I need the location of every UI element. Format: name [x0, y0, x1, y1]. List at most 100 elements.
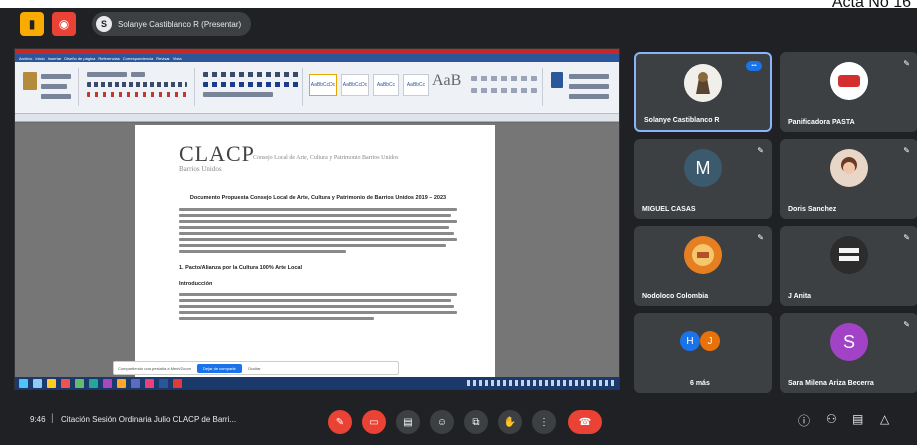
avatar-image: [830, 236, 868, 274]
word-tab[interactable]: Referencias: [98, 56, 119, 61]
participant-name: Nodoloco Colombia: [642, 293, 709, 300]
chat-icon[interactable]: ▤: [852, 412, 863, 426]
participant-tile[interactable]: ✎ Doris Sanchez: [780, 139, 917, 219]
mic-off-icon: ✎: [903, 233, 910, 242]
folder-icon[interactable]: ▮: [20, 12, 44, 36]
participant-name: Solanye Castiblanco R: [644, 117, 720, 124]
avatar: [684, 64, 722, 102]
mic-off-icon: ✎: [757, 146, 764, 155]
word-ribbon: AaBbCcDc AaBbCcDc AaBbCc AaBbCc AaB: [15, 62, 619, 114]
font-group: [83, 68, 195, 106]
app-icon[interactable]: [103, 378, 112, 388]
others-tile[interactable]: H J 6 más: [634, 313, 772, 393]
style-title[interactable]: AaB: [432, 72, 461, 90]
start-icon[interactable]: [19, 378, 28, 388]
mic-off-icon: ✎: [903, 320, 910, 329]
present-button[interactable]: ⧉: [464, 410, 488, 434]
page-corner: Acta No 16: [0, 0, 917, 11]
participant-tile[interactable]: ✎ J Anita: [780, 226, 917, 306]
meeting-time: 9:46: [30, 415, 46, 424]
avatar: [830, 236, 868, 274]
hide-button[interactable]: Ocultar: [248, 366, 261, 371]
word-tab[interactable]: Diseño de página: [64, 56, 95, 61]
doc-title: Documento Propuesta Consejo Local de Art…: [189, 195, 447, 201]
participant-tile[interactable]: S ✎ Sara Milena Ariza Becerra: [780, 313, 917, 393]
more-options-badge[interactable]: •••: [746, 61, 762, 71]
more-vert-icon: ⋮: [539, 416, 549, 428]
more-options-button[interactable]: ⋮: [532, 410, 556, 434]
participant-name: Doris Sanchez: [788, 206, 837, 213]
word-tab[interactable]: Correspondencia: [123, 56, 153, 61]
word-tab[interactable]: Revisar: [156, 56, 170, 61]
word-icon[interactable]: [159, 378, 168, 388]
avatar: [830, 149, 868, 187]
presenter-chip[interactable]: S Solanye Castiblanco R (Presentar): [92, 12, 252, 36]
people-icon[interactable]: ⚇: [826, 412, 837, 426]
app-icon[interactable]: [173, 378, 182, 388]
raise-hand-button[interactable]: ✋: [498, 410, 522, 434]
windows-taskbar: [15, 377, 619, 389]
doc-header-line: Consejo Local de Arte, Cultura y Patrimo…: [253, 155, 399, 161]
word-tab[interactable]: Archivo: [19, 56, 32, 61]
word-tab[interactable]: Insertar: [48, 56, 62, 61]
info-icon[interactable]: ⓘ: [798, 412, 810, 429]
record-icon[interactable]: ◉: [52, 12, 76, 36]
chrome-icon[interactable]: [61, 378, 70, 388]
app-icon[interactable]: [131, 378, 140, 388]
avatar: [684, 236, 722, 274]
word-ruler: [15, 114, 619, 122]
participant-name: Sara Milena Ariza Becerra: [788, 380, 874, 387]
presenting-icon: S: [96, 16, 112, 32]
mic-off-icon: ✎: [335, 416, 345, 428]
leave-call-button[interactable]: ☎: [568, 410, 602, 434]
word-tab[interactable]: Inicio: [35, 56, 44, 61]
style-normal[interactable]: AaBbCcDc: [309, 74, 337, 96]
word-tabs: Archivo Inicio Insertar Diseño de página…: [15, 54, 619, 62]
style-heading1[interactable]: AaBbCc: [373, 74, 399, 96]
activities-icon[interactable]: △: [880, 412, 889, 426]
participant-name: MIGUEL CASAS: [642, 206, 696, 213]
emoji-icon: ☺: [436, 416, 448, 428]
folder-icon[interactable]: [47, 378, 56, 388]
app-icon[interactable]: [117, 378, 126, 388]
app-icon[interactable]: [89, 378, 98, 388]
participant-tile[interactable]: ••• Solanye Castiblanco R: [634, 52, 772, 132]
doc-paragraph: [179, 293, 457, 320]
style-heading2[interactable]: AaBbCc: [403, 74, 429, 96]
avatar-image: [684, 64, 722, 102]
others-count: 6 más: [690, 380, 710, 387]
doc-section-heading: 1. Pacto/Alianza por la Cultura 100% Art…: [179, 265, 302, 271]
doc-logo-sub: Barrios Unidos: [179, 165, 222, 173]
doc-paragraph: [179, 208, 457, 253]
word-tab[interactable]: Vista: [173, 56, 182, 61]
clipboard-group: [19, 68, 79, 106]
styles-more-group: [467, 68, 543, 106]
app-icon[interactable]: [145, 378, 154, 388]
avatar-image: [830, 62, 868, 100]
avatar-image: [684, 236, 722, 274]
participant-tile[interactable]: ✎ Panificadora PASTA: [780, 52, 917, 132]
mic-off-button[interactable]: ✎: [328, 410, 352, 434]
present-icon: ⧉: [472, 416, 480, 428]
doc-subheading: Introducción: [179, 281, 213, 287]
app-icon[interactable]: [75, 378, 84, 388]
avatar: M: [684, 149, 722, 187]
participant-tile[interactable]: ✎ Nodoloco Colombia: [634, 226, 772, 306]
share-toolbar: Compartiendo una pestaña a Meet/Zoom Dej…: [113, 361, 399, 375]
explorer-icon[interactable]: [33, 378, 42, 388]
stop-sharing-button[interactable]: Dejar de compartir: [196, 363, 242, 373]
participant-tile[interactable]: M ✎ MIGUEL CASAS: [634, 139, 772, 219]
editing-group: [547, 68, 617, 106]
share-hint: Compartiendo una pestaña a Meet/Zoom: [118, 365, 191, 371]
meet-topbar: ▮ ◉ S Solanye Castiblanco R (Presentar): [0, 8, 917, 40]
emoji-button[interactable]: ☺: [430, 410, 454, 434]
camera-off-button[interactable]: ▭: [362, 410, 386, 434]
style-no-spacing[interactable]: AaBbCcDc: [341, 74, 369, 96]
avatar: [830, 62, 868, 100]
participant-name: Panificadora PASTA: [788, 119, 855, 126]
mic-off-icon: ✎: [903, 146, 910, 155]
captions-button[interactable]: ▤: [396, 410, 420, 434]
document-area: CLACP Barrios Unidos Consejo Local de Ar…: [15, 123, 619, 389]
phone-hangup-icon: ☎: [578, 416, 592, 428]
presenter-chip-label: Solanye Castiblanco R (Presentar): [118, 19, 242, 29]
